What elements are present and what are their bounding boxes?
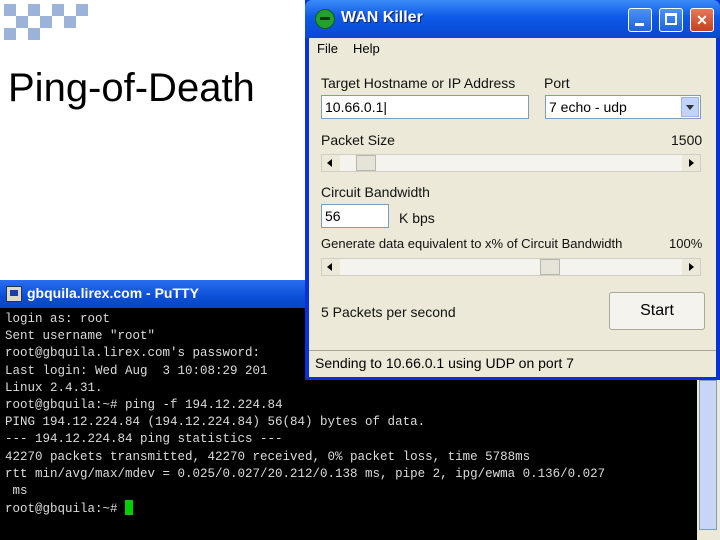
wan-killer-titlebar[interactable]: WAN Killer ✕ <box>305 0 720 38</box>
terminal-cursor <box>125 500 134 516</box>
terminal-prompt: root@gbquila:~# <box>5 502 126 517</box>
menu-help[interactable]: Help <box>353 41 380 56</box>
slide-decoration <box>0 0 90 48</box>
terminal-line: --- 194.12.224.84 ping statistics --- <box>5 432 283 447</box>
terminal-line: Linux 2.4.31. <box>5 380 103 395</box>
wan-killer-title: WAN Killer <box>341 9 423 26</box>
terminal-line: 42270 packets transmitted, 42270 receive… <box>5 449 531 464</box>
chevron-down-icon[interactable] <box>681 97 699 117</box>
maximize-button[interactable] <box>659 8 683 32</box>
target-value: 10.66.0.1 <box>325 99 384 115</box>
packet-size-thumb[interactable] <box>356 155 377 171</box>
packets-per-second: 5 Packets per second <box>321 304 456 320</box>
port-label: Port <box>544 75 570 91</box>
bandwidth-label: Circuit Bandwidth <box>321 184 430 200</box>
bandwidth-percent-slider[interactable] <box>321 258 701 276</box>
terminal-prompt-line: root@gbquila:~# <box>5 500 700 518</box>
terminal-line: ms <box>5 484 28 499</box>
start-button[interactable]: Start <box>609 292 705 330</box>
port-select[interactable]: 7 echo - udp <box>545 95 701 119</box>
arrow-left-icon[interactable] <box>322 155 340 171</box>
terminal-line: rtt min/avg/max/mdev = 0.025/0.027/20.21… <box>5 466 606 481</box>
generate-value: 100% <box>669 236 703 251</box>
generate-label: Generate data equivalent to x% of Circui… <box>321 236 623 251</box>
scrollbar-thumb[interactable] <box>699 380 717 530</box>
packet-size-value: 1500 <box>671 132 703 148</box>
putty-title: gbquila.lirex.com - PuTTY <box>27 285 199 301</box>
menu-bar: File Help <box>309 38 716 60</box>
packet-size-slider[interactable] <box>321 154 701 172</box>
terminal-line: root@gbquila:~# ping -f 194.12.224.84 <box>5 398 283 413</box>
bandwidth-unit: K bps <box>399 210 435 226</box>
bandwidth-input[interactable]: 56 <box>321 204 389 228</box>
close-button[interactable]: ✕ <box>690 8 714 32</box>
wan-killer-body: Target Hostname or IP Address Port 10.66… <box>309 60 716 350</box>
putty-icon[interactable] <box>6 286 22 302</box>
wan-killer-window: WAN Killer ✕ File Help Target Hostname o… <box>305 0 720 380</box>
packet-size-label: Packet Size <box>321 132 395 148</box>
status-bar: Sending to 10.66.0.1 using UDP on port 7 <box>309 350 716 377</box>
target-label: Target Hostname or IP Address <box>321 75 516 91</box>
arrow-left-icon[interactable] <box>322 259 340 275</box>
bandwidth-value: 56 <box>325 208 341 224</box>
bandwidth-percent-thumb[interactable] <box>539 259 560 275</box>
port-value: 7 echo - udp <box>549 99 627 115</box>
terminal-line: PING 194.12.224.84 (194.12.224.84) 56(84… <box>5 415 426 430</box>
menu-file[interactable]: File <box>317 41 338 56</box>
slide-title: Ping-of-Death <box>8 66 255 110</box>
status-text: Sending to 10.66.0.1 using UDP on port 7 <box>315 355 574 371</box>
app-icon[interactable] <box>315 9 335 29</box>
minimize-button[interactable] <box>628 8 652 32</box>
target-input[interactable]: 10.66.0.1| <box>321 95 529 119</box>
arrow-right-icon[interactable] <box>682 155 700 171</box>
arrow-right-icon[interactable] <box>682 259 700 275</box>
